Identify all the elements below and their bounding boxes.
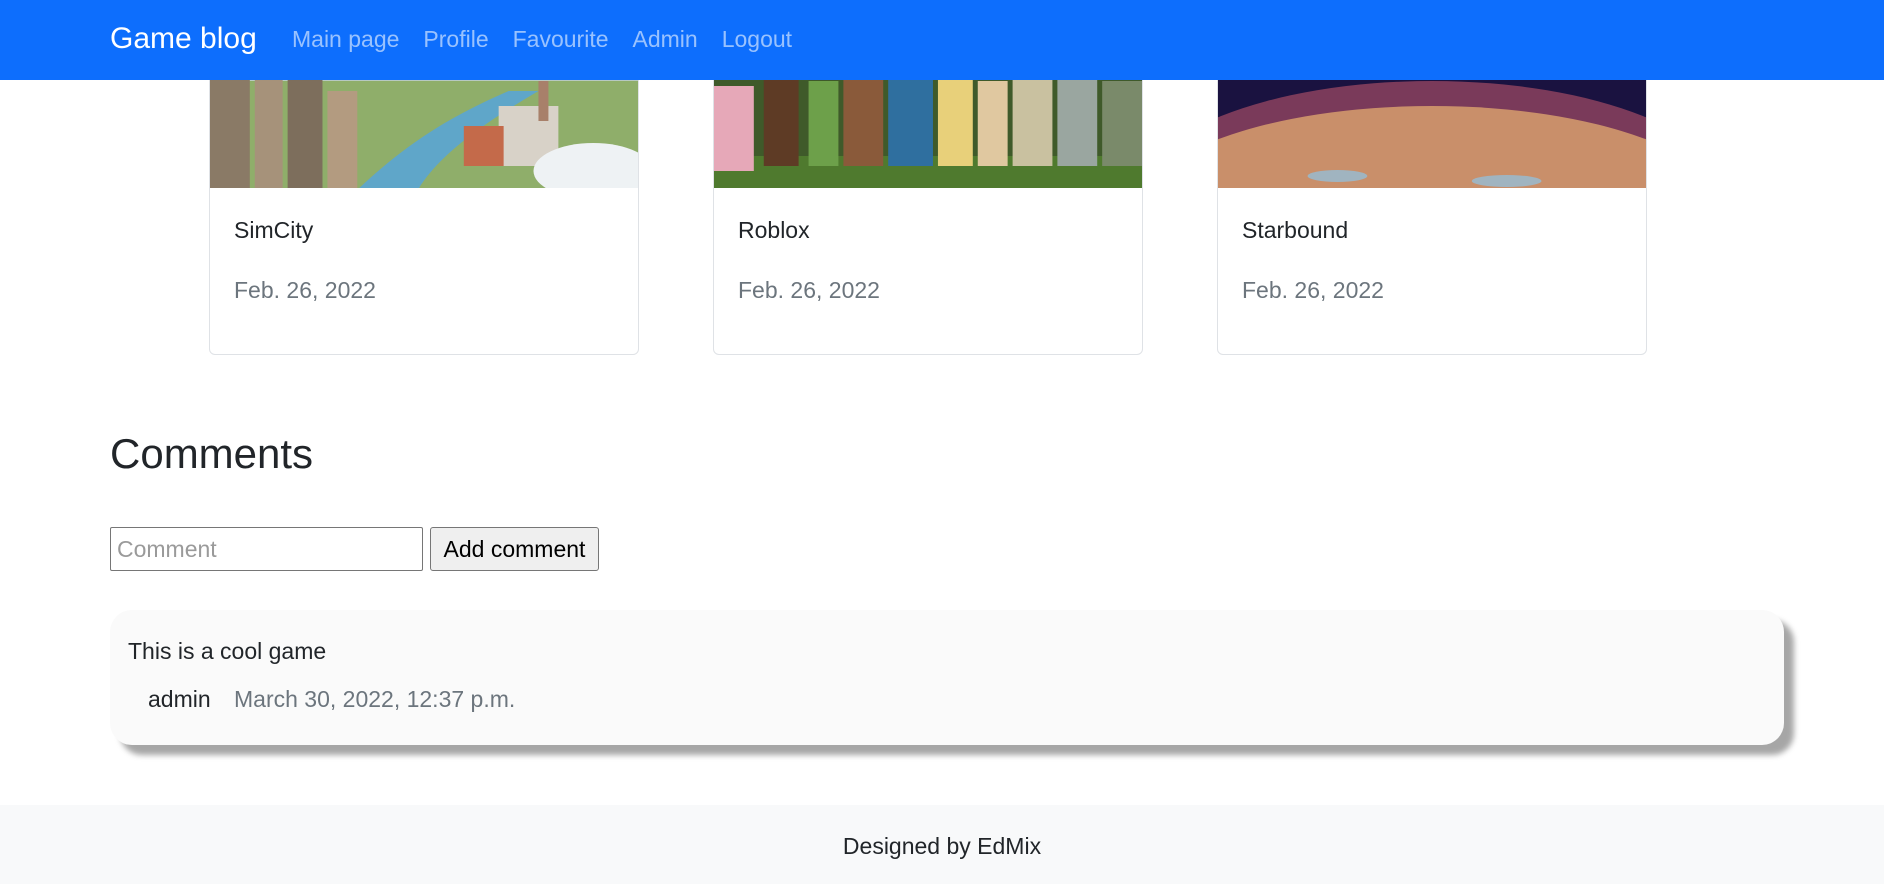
comment-text: This is a cool game [128, 638, 327, 664]
comment-item: This is a cool game admin March 30, 2022… [110, 610, 1784, 745]
page: SimCity Feb. 26, 2022 Roblox Feb. 26, 20… [0, 0, 1884, 884]
comment-date: March 30, 2022, 12:37 p.m. [234, 686, 516, 712]
card-date: Feb. 26, 2022 [1242, 277, 1384, 303]
nav-link-profile[interactable]: Profile [423, 26, 488, 53]
nav-links: Main page Profile Favourite Admin Logout [292, 26, 816, 53]
card-date: Feb. 26, 2022 [738, 277, 880, 303]
footer: Designed by EdMix [0, 805, 1884, 884]
card-date: Feb. 26, 2022 [234, 277, 376, 303]
card-title[interactable]: SimCity [234, 217, 313, 244]
nav-link-favourite[interactable]: Favourite [513, 26, 609, 53]
comments-heading: Comments [110, 430, 314, 477]
nav-link-main-page[interactable]: Main page [292, 26, 399, 53]
nav-link-logout[interactable]: Logout [722, 26, 792, 53]
footer-text: Designed by EdMix [842, 833, 1042, 859]
card-title[interactable]: Starbound [1242, 217, 1348, 244]
nav-link-admin[interactable]: Admin [633, 26, 698, 53]
add-comment-button[interactable]: Add comment [430, 527, 599, 571]
card-title[interactable]: Roblox [738, 217, 810, 244]
comment-input[interactable] [110, 527, 423, 571]
comment-author: admin [148, 686, 211, 712]
navbar-brand[interactable]: Game blog [110, 22, 257, 56]
navbar: Game blog Main page Profile Favourite Ad… [0, 0, 1884, 80]
